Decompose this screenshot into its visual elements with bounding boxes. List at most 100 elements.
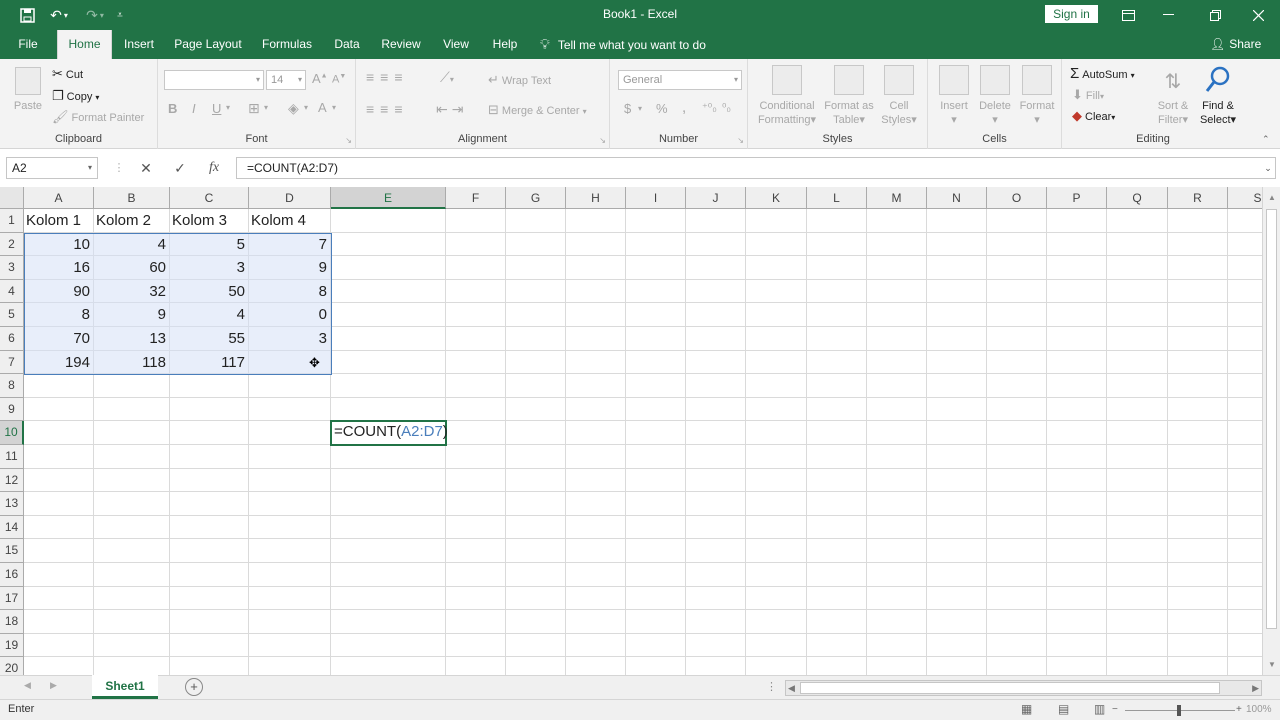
column-header-n[interactable]: N: [927, 187, 987, 209]
zoom-in-icon[interactable]: +: [1236, 704, 1242, 715]
decrease-font-icon[interactable]: A▼: [332, 73, 346, 86]
confirm-entry-icon[interactable]: ✓: [168, 157, 192, 179]
currency-button[interactable]: $: [624, 101, 631, 116]
share-button[interactable]: 👤︎ Share: [1210, 30, 1261, 59]
data-cell[interactable]: 55: [172, 327, 248, 350]
conditional-formatting-button[interactable]: Conditional Formatting▾: [756, 65, 818, 127]
column-header-b[interactable]: B: [94, 187, 170, 209]
row-header-18[interactable]: 18: [0, 610, 24, 634]
row-header-6[interactable]: 6: [0, 327, 24, 351]
row-header-5[interactable]: 5: [0, 303, 24, 327]
data-cell[interactable]: 3: [251, 327, 330, 350]
header-cell[interactable]: Kolom 2: [96, 209, 169, 232]
data-cell[interactable]: 50: [172, 280, 248, 303]
row-header-4[interactable]: 4: [0, 279, 24, 304]
prev-sheet-icon[interactable]: ◀: [24, 680, 31, 691]
column-header-s[interactable]: S: [1228, 187, 1262, 209]
row-header-11[interactable]: 11: [0, 445, 24, 469]
currency-dropdown-icon[interactable]: ▾: [638, 104, 642, 113]
zoom-out-icon[interactable]: −: [1112, 704, 1118, 715]
active-cell-editor[interactable]: =COUNT(A2:D7): [330, 420, 448, 446]
column-header-q[interactable]: Q: [1107, 187, 1168, 209]
row-header-20[interactable]: 20: [0, 657, 24, 675]
number-dialog-launcher-icon[interactable]: ↘: [737, 136, 744, 145]
column-header-a[interactable]: A: [24, 187, 94, 209]
column-header-r[interactable]: R: [1168, 187, 1228, 209]
column-header-d[interactable]: D: [249, 187, 331, 209]
minimize-icon[interactable]: [1145, 0, 1191, 30]
horizontal-scroll-thumb[interactable]: [800, 682, 1220, 694]
page-layout-view-icon[interactable]: ▤: [1058, 702, 1069, 716]
cell-styles-button[interactable]: Cell Styles▾: [878, 65, 920, 127]
horizontal-scrollbar[interactable]: ◀ ▶: [785, 680, 1262, 696]
sort-filter-button[interactable]: ⇅ Sort & Filter▾: [1152, 65, 1194, 127]
zoom-level[interactable]: 100%: [1246, 704, 1272, 715]
underline-dropdown-icon[interactable]: ▾: [226, 103, 230, 112]
collapse-ribbon-icon[interactable]: ⌃: [1262, 134, 1270, 145]
column-header-p[interactable]: P: [1047, 187, 1107, 209]
row-header-19[interactable]: 19: [0, 633, 24, 658]
restore-icon[interactable]: [1192, 0, 1238, 30]
column-header-e[interactable]: E: [331, 187, 446, 209]
header-cell[interactable]: Kolom 4: [251, 209, 330, 232]
data-cell[interactable]: 4: [96, 233, 169, 256]
data-cell[interactable]: 16: [26, 256, 93, 279]
row-header-3[interactable]: 3: [0, 256, 24, 280]
font-dialog-launcher-icon[interactable]: ↘: [345, 136, 352, 145]
tab-help[interactable]: Help: [487, 30, 523, 59]
font-size-box[interactable]: 14 ▾: [266, 70, 306, 90]
copy-button[interactable]: ❐ Copy ▾: [52, 88, 99, 104]
data-cell[interactable]: 194: [26, 351, 93, 374]
row-header-15[interactable]: 15: [0, 539, 24, 563]
column-header-f[interactable]: F: [446, 187, 506, 209]
column-header-o[interactable]: O: [987, 187, 1047, 209]
data-cell[interactable]: 70: [26, 327, 93, 350]
tab-view[interactable]: View: [438, 30, 474, 59]
find-select-button[interactable]: Find & Select▾: [1196, 65, 1240, 127]
scroll-left-icon[interactable]: ◀: [788, 683, 795, 694]
data-cell[interactable]: 90: [26, 280, 93, 303]
next-sheet-icon[interactable]: ▶: [50, 680, 57, 691]
name-box[interactable]: A2 ▾: [6, 157, 98, 179]
increase-decimal-icon[interactable]: ⁺⁰₀: [702, 101, 717, 114]
column-header-j[interactable]: J: [686, 187, 746, 209]
bold-button[interactable]: B: [168, 101, 177, 116]
header-cell[interactable]: Kolom 1: [26, 209, 93, 232]
row-header-16[interactable]: 16: [0, 563, 24, 587]
add-sheet-button[interactable]: +: [185, 678, 203, 696]
zoom-slider-knob[interactable]: [1177, 705, 1181, 716]
worksheet-grid[interactable]: ABCDEFGHIJKLMNOPQRS 1 2 3 4 5 6 7 8 9 10 11 12 13 14 1…: [0, 187, 1262, 675]
select-all-corner[interactable]: [0, 187, 24, 209]
underline-button[interactable]: U: [212, 101, 221, 116]
data-cell[interactable]: 32: [96, 280, 169, 303]
column-header-h[interactable]: H: [566, 187, 626, 209]
tab-review[interactable]: Review: [378, 30, 424, 59]
alignment-dialog-launcher-icon[interactable]: ↘: [599, 136, 606, 145]
scroll-down-icon[interactable]: ▼: [1263, 660, 1280, 669]
borders-dropdown-icon[interactable]: ▾: [264, 103, 268, 112]
fill-button[interactable]: ⬇ Fill▾: [1072, 87, 1104, 103]
data-cell[interactable]: 9: [251, 256, 330, 279]
column-header-m[interactable]: M: [867, 187, 927, 209]
decrease-decimal-icon[interactable]: ⁰₀: [722, 101, 731, 114]
row-header-1[interactable]: 1: [0, 209, 24, 233]
cancel-entry-icon[interactable]: ✕: [134, 157, 158, 179]
number-format-box[interactable]: General ▾: [618, 70, 742, 90]
header-cell[interactable]: Kolom 3: [172, 209, 248, 232]
row-header-12[interactable]: 12: [0, 468, 24, 493]
close-icon[interactable]: [1235, 0, 1280, 30]
column-header-g[interactable]: G: [506, 187, 566, 209]
data-cell[interactable]: 7: [251, 233, 330, 256]
clear-button[interactable]: ◆ Clear▾: [1072, 108, 1115, 124]
column-header-l[interactable]: L: [807, 187, 867, 209]
sheet-tab-sheet1[interactable]: Sheet1: [92, 675, 158, 699]
fill-color-icon[interactable]: ◈: [288, 100, 299, 117]
formula-input[interactable]: =COUNT(A2:D7): [236, 157, 1276, 179]
tab-split-handle-icon[interactable]: ⋮: [766, 680, 777, 693]
data-cell[interactable]: 118: [96, 351, 169, 374]
insert-cells-button[interactable]: Insert ▾: [934, 65, 974, 127]
page-break-view-icon[interactable]: ▥: [1094, 702, 1105, 716]
insert-function-icon[interactable]: fx: [202, 157, 226, 179]
merge-center-button[interactable]: ⊟ Merge & Center ▾: [488, 102, 587, 118]
format-cells-button[interactable]: Format ▾: [1016, 65, 1058, 127]
